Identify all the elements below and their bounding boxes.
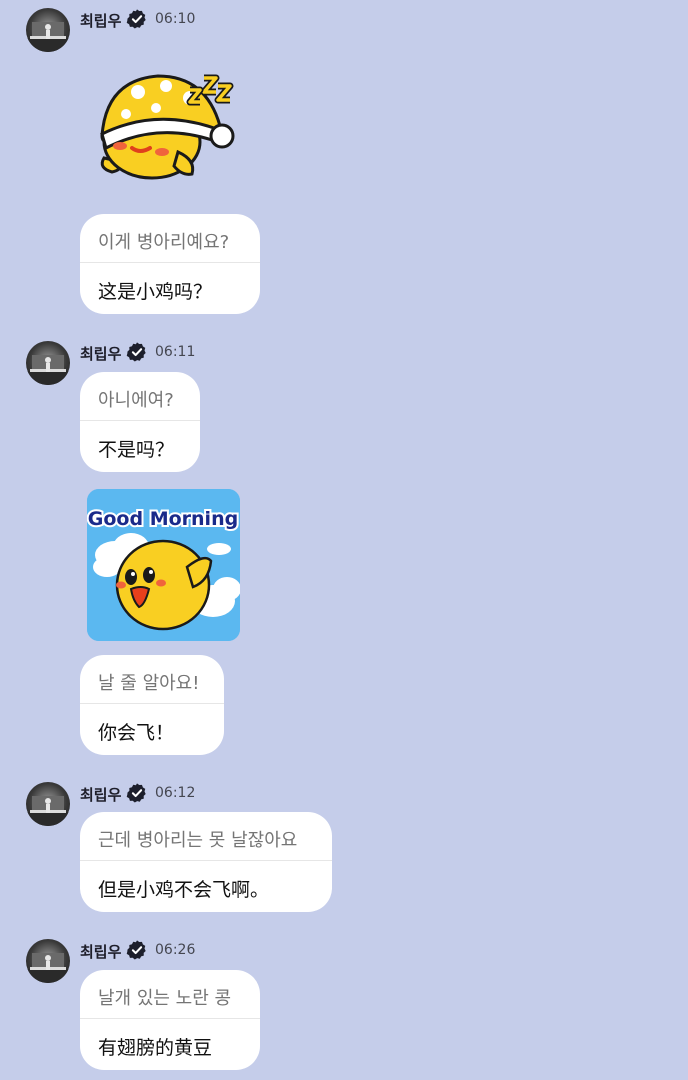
message-time: 06:26 bbox=[155, 942, 196, 958]
original-text: 날개 있는 노란 콩 bbox=[80, 970, 260, 1019]
message-time: 06:10 bbox=[155, 11, 196, 27]
translated-text: 这是小鸡吗？ bbox=[98, 281, 213, 303]
verified-badge-icon bbox=[126, 783, 146, 803]
translated-text: 但是小鸡不会飞啊。 bbox=[98, 879, 270, 901]
original-text: 아니에여? bbox=[80, 372, 200, 421]
sender-name: 최립우 bbox=[80, 786, 122, 804]
message-bubble[interactable]: 날 줄 알아요! 你会飞！ bbox=[80, 655, 224, 755]
sender-name: 최립우 bbox=[80, 345, 122, 363]
message-bubble[interactable]: 근데 병아리는 못 날잖아요 但是小鸡不会飞啊。 bbox=[80, 812, 332, 912]
sender-name: 최립우 bbox=[80, 12, 122, 30]
avatar[interactable] bbox=[26, 782, 70, 826]
translated-text: 有翅膀的黄豆 bbox=[98, 1037, 213, 1059]
message-time: 06:11 bbox=[155, 344, 196, 360]
good-morning-sticker[interactable]: Good Morning bbox=[87, 489, 240, 641]
good-morning-text: Good Morning bbox=[88, 508, 238, 530]
message-time: 06:12 bbox=[155, 785, 196, 801]
verified-badge-icon bbox=[126, 342, 146, 362]
chat-screen: 최립우 06:10 이게 병아리예요? 这是小鸡吗？ 최립우 06:11 아니에… bbox=[0, 0, 688, 1080]
avatar[interactable] bbox=[26, 341, 70, 385]
original-text: 이게 병아리예요? bbox=[80, 214, 260, 263]
original-text: 날 줄 알아요! bbox=[80, 655, 224, 704]
avatar[interactable] bbox=[26, 8, 70, 52]
translated-text: 不是吗？ bbox=[98, 439, 175, 461]
message-header: 최립우 06:10 bbox=[26, 8, 426, 54]
message-bubble[interactable]: 날개 있는 노란 콩 有翅膀的黄豆 bbox=[80, 970, 260, 1070]
verified-badge-icon bbox=[126, 9, 146, 29]
translated-text: 你会飞！ bbox=[98, 722, 175, 744]
message-bubble[interactable]: 아니에여? 不是吗？ bbox=[80, 372, 200, 472]
verified-badge-icon bbox=[126, 940, 146, 960]
sender-name: 최립우 bbox=[80, 943, 122, 961]
original-text: 근데 병아리는 못 날잖아요 bbox=[80, 812, 332, 861]
avatar[interactable] bbox=[26, 939, 70, 983]
message-bubble[interactable]: 이게 병아리예요? 这是小鸡吗？ bbox=[80, 214, 260, 314]
sleeping-chick-sticker[interactable] bbox=[96, 70, 238, 182]
